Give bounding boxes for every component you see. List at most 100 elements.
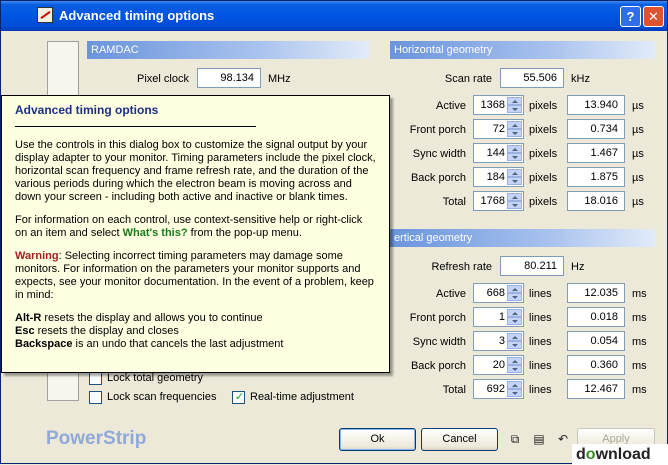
vertical-row-time-field[interactable]: 0.360: [567, 355, 625, 375]
spin-up-icon[interactable]: [507, 121, 522, 129]
checkbox-box[interactable]: [89, 372, 102, 385]
vertical-row-time-field[interactable]: 0.018: [567, 307, 625, 327]
horizontal-row-time: 13.940: [584, 99, 618, 111]
spin-buttons[interactable]: [507, 381, 522, 397]
vertical-row-spinbox[interactable]: 3: [473, 331, 524, 351]
spin-down-icon[interactable]: [507, 201, 522, 209]
spin-buttons[interactable]: [507, 97, 522, 113]
whats-this-link[interactable]: What's this?: [123, 227, 188, 239]
help-popup-info: For information on each control, use con…: [15, 214, 377, 240]
horizontal-row-unit: pixels: [529, 196, 558, 208]
vertical-row-unit: lines: [529, 312, 552, 324]
spin-up-icon[interactable]: [507, 145, 522, 153]
horizontal-row-label: Front porch: [409, 124, 466, 136]
horizontal-row-spinbox[interactable]: 1368: [473, 95, 524, 115]
horizontal-row-spinbox[interactable]: 1768: [473, 191, 524, 211]
spin-down-icon[interactable]: [507, 177, 522, 185]
spin-down-icon[interactable]: [507, 365, 522, 373]
vertical-row-time-field[interactable]: 0.054: [567, 331, 625, 351]
vertical-row-time-unit: ms: [632, 336, 647, 348]
spin-down-icon[interactable]: [507, 129, 522, 137]
spin-buttons[interactable]: [507, 309, 522, 325]
horizontal-row-time-field[interactable]: 1.467: [567, 143, 625, 163]
key-name: Alt-R: [15, 312, 42, 324]
spin-up-icon[interactable]: [507, 381, 522, 389]
pixel-clock-input[interactable]: 98.134: [197, 68, 261, 88]
spin-up-icon[interactable]: [507, 333, 522, 341]
vertical-row-time: 0.054: [590, 335, 618, 347]
horizontal-row-value: 144: [486, 147, 505, 159]
vertical-row-value: 692: [486, 383, 505, 395]
horizontal-row-time: 1.467: [590, 147, 618, 159]
vertical-row-spinbox[interactable]: 692: [473, 379, 524, 399]
spin-buttons[interactable]: [507, 193, 522, 209]
key-description: resets the display and closes: [34, 325, 179, 337]
spin-buttons[interactable]: [507, 169, 522, 185]
vertical-row-time: 12.035: [584, 287, 618, 299]
refresh-rate-label: Refresh rate: [431, 261, 492, 273]
help-button[interactable]: ?: [620, 6, 641, 27]
spin-up-icon[interactable]: [507, 285, 522, 293]
horizontal-row-value: 72: [492, 123, 505, 135]
spin-buttons[interactable]: [507, 333, 522, 349]
horizontal-row-time-field[interactable]: 0.734: [567, 119, 625, 139]
spin-buttons[interactable]: [507, 285, 522, 301]
spin-up-icon[interactable]: [507, 309, 522, 317]
window-title: Advanced timing options: [59, 8, 215, 23]
vertical-row-value: 668: [486, 287, 505, 299]
horizontal-row-time-field[interactable]: 1.875: [567, 167, 625, 187]
vertical-row-label: Front porch: [409, 312, 466, 324]
horizontal-row-unit: pixels: [529, 124, 558, 136]
watermark-prefix: d: [576, 446, 586, 463]
horizontal-geometry-header: Horizontal geometry: [390, 41, 655, 59]
spin-down-icon[interactable]: [507, 293, 522, 301]
vertical-row-value: 20: [492, 359, 505, 371]
vertical-row-time: 12.467: [584, 383, 618, 395]
horizontal-row-time-field[interactable]: 18.016: [567, 191, 625, 211]
spin-up-icon[interactable]: [507, 357, 522, 365]
horizontal-row-spinbox[interactable]: 184: [473, 167, 524, 187]
cancel-button[interactable]: Cancel: [421, 428, 498, 451]
spin-buttons[interactable]: [507, 121, 522, 137]
scan-rate-input[interactable]: 55.506: [500, 68, 564, 88]
vertical-row-time-field[interactable]: 12.035: [567, 283, 625, 303]
vertical-row-spinbox[interactable]: 20: [473, 355, 524, 375]
undo-icon[interactable]: ↶: [556, 432, 570, 446]
spin-down-icon[interactable]: [507, 105, 522, 113]
spin-down-icon[interactable]: [507, 317, 522, 325]
spin-down-icon[interactable]: [507, 153, 522, 161]
horizontal-row-unit: pixels: [529, 172, 558, 184]
powerstrip-logo: PowerStrip: [46, 428, 147, 449]
vertical-row-time: 0.360: [590, 359, 618, 371]
horizontal-row-unit: pixels: [529, 148, 558, 160]
spin-buttons[interactable]: [507, 357, 522, 373]
timing-dialog: Advanced timing options ? ✕ RAMDAC Pixel…: [0, 0, 668, 465]
title-bar[interactable]: Advanced timing options ? ✕: [1, 1, 667, 31]
spin-buttons[interactable]: [507, 145, 522, 161]
horizontal-row-spinbox[interactable]: 72: [473, 119, 524, 139]
ramdac-header: RAMDAC: [87, 41, 369, 59]
spin-down-icon[interactable]: [507, 389, 522, 397]
horizontal-row-time-unit: µs: [632, 124, 644, 136]
spin-down-icon[interactable]: [507, 341, 522, 349]
refresh-rate-input[interactable]: 80.211: [500, 256, 564, 276]
ok-button[interactable]: Ok: [339, 428, 416, 451]
copy-icon[interactable]: ⧉: [508, 432, 522, 446]
paste-icon[interactable]: ▤: [532, 432, 546, 446]
horizontal-row-label: Total: [442, 196, 466, 208]
spin-up-icon[interactable]: [507, 97, 522, 105]
checkbox-box[interactable]: [89, 391, 102, 404]
vertical-row-value: 3: [498, 335, 505, 347]
help-popup-intro: Use the controls in this dialog box to c…: [15, 139, 376, 203]
vertical-row-time-field[interactable]: 12.467: [567, 379, 625, 399]
pixel-clock-value: 98.134: [220, 72, 254, 84]
key-description: is an undo that cancels the last adjustm…: [72, 338, 284, 350]
spin-up-icon[interactable]: [507, 193, 522, 201]
horizontal-row-spinbox[interactable]: 144: [473, 143, 524, 163]
vertical-row-spinbox[interactable]: 1: [473, 307, 524, 327]
horizontal-row-time-field[interactable]: 13.940: [567, 95, 625, 115]
checkbox-box[interactable]: ✓: [232, 391, 245, 404]
spin-up-icon[interactable]: [507, 169, 522, 177]
close-button[interactable]: ✕: [643, 6, 664, 27]
vertical-row-spinbox[interactable]: 668: [473, 283, 524, 303]
